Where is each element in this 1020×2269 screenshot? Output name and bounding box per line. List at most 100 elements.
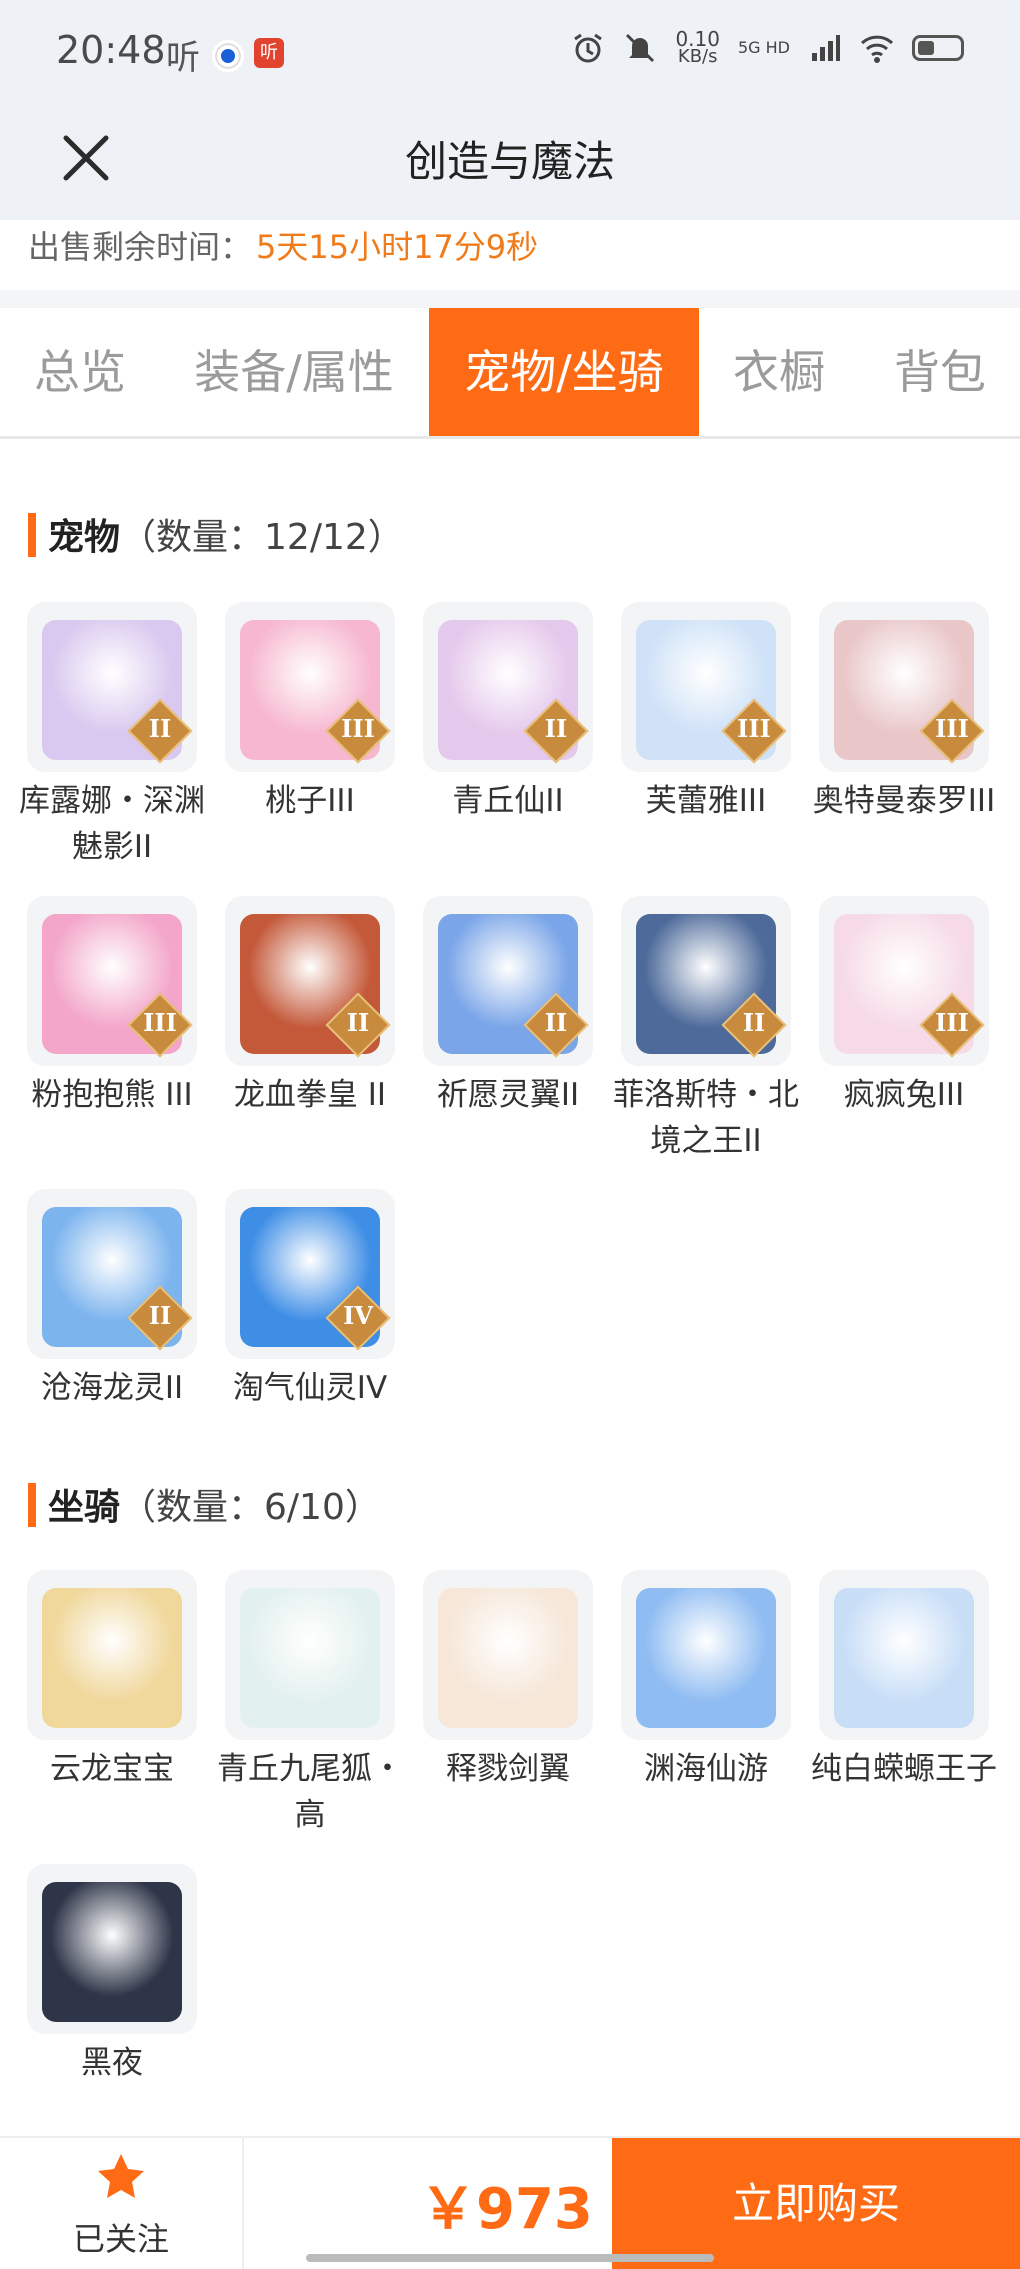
home-indicator xyxy=(306,2254,714,2262)
mount-card[interactable]: 云龙宝宝 xyxy=(18,1570,206,1792)
page-title: 创造与魔法 xyxy=(404,137,615,186)
mount-card[interactable]: 渊海仙游 xyxy=(612,1570,800,1792)
battery-icon xyxy=(912,35,964,61)
sell-time-value: 5天15小时17分9秒 xyxy=(256,228,539,266)
item-thumbnail: II xyxy=(27,602,197,772)
pet-card[interactable]: II 库露娜・深渊魅影II xyxy=(18,602,206,870)
item-thumbnail: III xyxy=(819,602,989,772)
character-image xyxy=(240,1588,380,1728)
tier-badge-label: III xyxy=(143,1008,177,1037)
tab-overview[interactable]: 总览 xyxy=(0,308,160,436)
item-thumbnail: III xyxy=(27,896,197,1066)
bottom-bar: 已关注 ￥973 立即购买 xyxy=(0,2136,1020,2269)
item-name: 疯疯兔III xyxy=(843,1077,965,1113)
listen-icon: 听 xyxy=(166,38,200,78)
item-thumbnail xyxy=(819,1570,989,1740)
pet-card[interactable]: III 奥特曼泰罗III xyxy=(810,602,998,824)
item-thumbnail: II xyxy=(621,896,791,1066)
sell-time-label: 出售剩余时间： xyxy=(28,228,253,266)
item-name: 菲洛斯特・北境之王II xyxy=(613,1077,799,1159)
app-header: 创造与魔法 xyxy=(0,110,1020,220)
tier-badge-label: II xyxy=(148,714,172,743)
item-name: 奥特曼泰罗III xyxy=(812,783,996,819)
item-thumbnail: II xyxy=(27,1189,197,1359)
wifi-icon xyxy=(860,35,894,63)
divider xyxy=(0,290,1020,308)
item-name: 龙血拳皇 II xyxy=(233,1077,387,1113)
item-thumbnail: II xyxy=(225,896,395,1066)
tier-badge-label: III xyxy=(935,1008,969,1037)
item-thumbnail xyxy=(621,1570,791,1740)
follow-label: 已关注 xyxy=(72,2220,169,2258)
item-name: 黑夜 xyxy=(81,2045,143,2081)
tier-badge-label: III xyxy=(935,714,969,743)
item-thumbnail xyxy=(225,1570,395,1740)
pet-card[interactable]: II 菲洛斯特・北境之王II xyxy=(612,896,800,1164)
tier-badge-label: IV xyxy=(343,1301,373,1330)
item-name: 青丘九尾狐・高 xyxy=(217,1751,403,1833)
section-accent-bar xyxy=(28,513,36,557)
buy-now-button[interactable]: 立即购买 xyxy=(612,2138,1020,2269)
mount-card[interactable]: 青丘九尾狐・高 xyxy=(216,1570,404,1838)
app-dot-icon xyxy=(212,40,244,72)
item-thumbnail xyxy=(423,1570,593,1740)
pet-card[interactable]: II 龙血拳皇 II xyxy=(216,896,404,1118)
character-image xyxy=(834,1588,974,1728)
tab-backpack[interactable]: 背包 xyxy=(870,308,1010,436)
sell-remaining-time: 出售剩余时间： 5天15小时17分9秒 xyxy=(0,220,1020,290)
item-thumbnail: III xyxy=(819,896,989,1066)
item-name: 淘气仙灵IV xyxy=(232,1370,388,1406)
item-name: 释戮剑翼 xyxy=(446,1751,570,1787)
status-time: 20:48 xyxy=(56,28,166,72)
tier-badge-label: III xyxy=(341,714,375,743)
mute-icon xyxy=(626,33,655,63)
pet-card[interactable]: IV 淘气仙灵IV xyxy=(216,1189,404,1411)
item-name: 渊海仙游 xyxy=(644,1751,768,1787)
status-icons: 0.10 KB/s 5G HD xyxy=(571,29,964,66)
item-name: 纯白蝾螈王子 xyxy=(811,1751,997,1787)
mount-card[interactable]: 纯白蝾螈王子 xyxy=(810,1570,998,1792)
listen-app-icon: 听 xyxy=(254,38,284,68)
pets-section-title: 宠物（数量：12/12） xyxy=(28,508,404,561)
item-thumbnail: IV xyxy=(225,1189,395,1359)
tab-pets-mounts[interactable]: 宠物/坐骑 xyxy=(429,308,699,436)
pet-card[interactable]: II 沧海龙灵II xyxy=(18,1189,206,1411)
item-name: 沧海龙灵II xyxy=(40,1370,184,1406)
tab-bar: 总览 装备/属性 宠物/坐骑 衣橱 背包 xyxy=(0,308,1020,439)
price: ￥973 xyxy=(420,2177,593,2242)
item-name: 库露娜・深渊魅影II xyxy=(19,783,205,865)
character-image xyxy=(636,1588,776,1728)
item-thumbnail: II xyxy=(423,896,593,1066)
pet-card[interactable]: III 疯疯兔III xyxy=(810,896,998,1118)
item-name: 桃子III xyxy=(265,783,355,819)
item-name: 粉抱抱熊 III xyxy=(31,1077,193,1113)
mount-card[interactable]: 黑夜 xyxy=(18,1864,206,2086)
mount-card[interactable]: 释戮剑翼 xyxy=(414,1570,602,1792)
tier-badge-label: II xyxy=(544,1008,568,1037)
item-name: 祈愿灵翼II xyxy=(436,1077,580,1113)
tier-badge-label: II xyxy=(346,1008,370,1037)
tier-badge-label: III xyxy=(737,714,771,743)
item-thumbnail: III xyxy=(621,602,791,772)
item-thumbnail: III xyxy=(225,602,395,772)
item-name: 云龙宝宝 xyxy=(50,1751,174,1787)
item-thumbnail: II xyxy=(423,602,593,772)
item-thumbnail xyxy=(27,1570,197,1740)
item-thumbnail xyxy=(27,1864,197,2034)
pet-card[interactable]: II 青丘仙II xyxy=(414,602,602,824)
follow-button[interactable]: 已关注 xyxy=(0,2138,244,2269)
tier-badge-label: II xyxy=(742,1008,766,1037)
tier-badge-label: II xyxy=(544,714,568,743)
character-image xyxy=(42,1882,182,2022)
item-name: 芙蕾雅III xyxy=(645,783,767,819)
alarm-icon xyxy=(574,33,603,63)
pet-card[interactable]: III 芙蕾雅III xyxy=(612,602,800,824)
tier-badge-label: II xyxy=(148,1301,172,1330)
tab-equipment[interactable]: 装备/属性 xyxy=(178,308,410,436)
pet-card[interactable]: II 祈愿灵翼II xyxy=(414,896,602,1118)
tab-wardrobe[interactable]: 衣橱 xyxy=(704,308,854,436)
item-name: 青丘仙II xyxy=(452,783,564,819)
status-bar: 20:48 听 听 0.10 KB/s 5G HD xyxy=(0,0,1020,110)
pet-card[interactable]: III 桃子III xyxy=(216,602,404,824)
pet-card[interactable]: III 粉抱抱熊 III xyxy=(18,896,206,1118)
